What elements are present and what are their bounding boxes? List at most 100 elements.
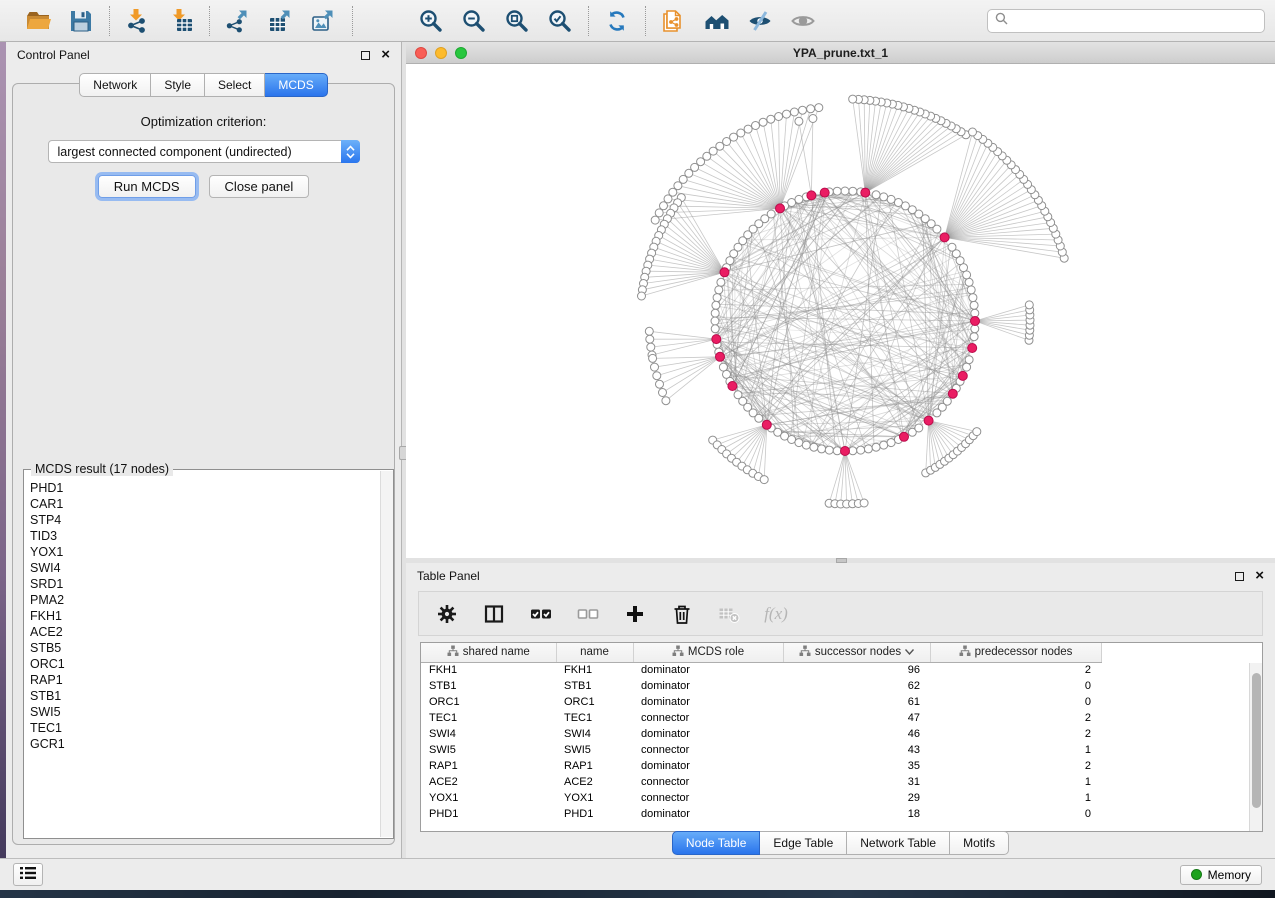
table-row[interactable]: SWI5SWI5connector431 <box>421 742 1101 758</box>
mcds-hub-node[interactable] <box>940 233 949 242</box>
table-row[interactable]: ACE2ACE2connector311 <box>421 774 1101 790</box>
mcds-hub-node[interactable] <box>861 188 870 197</box>
graph-node[interactable] <box>651 216 659 224</box>
add-column-button[interactable] <box>620 599 650 629</box>
graph-node[interactable] <box>872 443 880 451</box>
split-panel-button[interactable] <box>479 599 509 629</box>
graph-node[interactable] <box>971 309 979 317</box>
tab-network-table[interactable]: Network Table <box>847 831 950 855</box>
mcds-hub-node[interactable] <box>728 382 737 391</box>
graph-node[interactable] <box>969 128 977 136</box>
graph-node[interactable] <box>719 363 727 371</box>
mcds-hub-node[interactable] <box>716 352 725 361</box>
mcds-node-item[interactable]: YOX1 <box>30 544 393 560</box>
mcds-list-scrollbar[interactable] <box>380 471 393 837</box>
mcds-node-item[interactable]: PMA2 <box>30 592 393 608</box>
save-session-button[interactable] <box>67 7 95 35</box>
table-row[interactable]: RAP1RAP1dominator352 <box>421 758 1101 774</box>
refresh-button[interactable] <box>603 7 631 35</box>
graph-node[interactable] <box>802 441 810 449</box>
graph-node[interactable] <box>711 317 719 325</box>
tab-node-table[interactable]: Node Table <box>672 831 761 855</box>
graph-node[interactable] <box>849 95 857 103</box>
graph-node[interactable] <box>717 278 725 286</box>
tab-edge-table[interactable]: Edge Table <box>760 831 847 855</box>
graph-node[interactable] <box>795 439 803 447</box>
mcds-hub-node[interactable] <box>720 268 729 277</box>
tab-network[interactable]: Network <box>79 73 151 97</box>
graph-node[interactable] <box>818 445 826 453</box>
close-panel-icon[interactable]: × <box>381 50 390 60</box>
graph-node[interactable] <box>1025 301 1033 309</box>
graph-node[interactable] <box>645 327 653 335</box>
import-table-button[interactable] <box>167 7 195 35</box>
graph-node[interactable] <box>775 113 783 121</box>
mcds-hub-node[interactable] <box>762 420 771 429</box>
graph-node[interactable] <box>963 271 971 279</box>
graph-node[interactable] <box>849 447 857 455</box>
graph-node[interactable] <box>833 187 841 195</box>
graph-node[interactable] <box>807 105 815 113</box>
close-window-button[interactable] <box>415 47 427 59</box>
mcds-node-item[interactable]: ACE2 <box>30 624 393 640</box>
mcds-node-item[interactable]: TID3 <box>30 528 393 544</box>
mcds-node-item[interactable]: STP4 <box>30 512 393 528</box>
graph-node[interactable] <box>638 292 646 300</box>
float-panel-icon[interactable] <box>361 51 370 60</box>
graph-node[interactable] <box>894 199 902 207</box>
mcds-hub-node[interactable] <box>820 188 829 197</box>
table-scrollbar[interactable] <box>1249 663 1262 831</box>
graph-node[interactable] <box>963 363 971 371</box>
graph-node[interactable] <box>659 389 667 397</box>
graph-node[interactable] <box>790 108 798 116</box>
graph-node[interactable] <box>662 397 670 405</box>
mcds-hub-node[interactable] <box>776 204 785 213</box>
search-box[interactable] <box>987 9 1265 33</box>
export-table-button[interactable] <box>267 7 295 35</box>
graph-node[interactable] <box>783 110 791 118</box>
mcds-hub-node[interactable] <box>924 416 933 425</box>
column-header-shared-name[interactable]: shared name <box>421 643 556 662</box>
mcds-node-item[interactable]: TEC1 <box>30 720 393 736</box>
graph-node[interactable] <box>755 414 763 422</box>
show-eye-button[interactable] <box>789 7 817 35</box>
graph-node[interactable] <box>833 447 841 455</box>
graph-node[interactable] <box>815 104 823 112</box>
column-header-predecessor-nodes[interactable]: predecessor nodes <box>930 643 1101 662</box>
close-panel-button[interactable]: Close panel <box>209 175 310 198</box>
column-header-MCDS-role[interactable]: MCDS role <box>633 643 783 662</box>
table-row[interactable]: SWI4SWI4dominator462 <box>421 726 1101 742</box>
graph-node[interactable] <box>767 115 775 123</box>
mcds-node-item[interactable]: SRD1 <box>30 576 393 592</box>
graph-node[interactable] <box>841 187 849 195</box>
graph-node[interactable] <box>825 446 833 454</box>
graph-node[interactable] <box>712 301 720 309</box>
mcds-node-item[interactable]: PHD1 <box>30 480 393 496</box>
table-row[interactable]: STB1STB1dominator620 <box>421 678 1101 694</box>
float-panel-icon[interactable] <box>1235 572 1244 581</box>
mcds-hub-node[interactable] <box>807 191 816 200</box>
graph-node[interactable] <box>795 195 803 203</box>
table-row[interactable]: FKH1FKH1dominator962 <box>421 662 1101 678</box>
delete-column-button[interactable] <box>667 599 697 629</box>
graph-node[interactable] <box>715 286 723 294</box>
graph-node[interactable] <box>864 445 872 453</box>
mcds-node-item[interactable]: SWI4 <box>30 560 393 576</box>
graph-node[interactable] <box>649 354 657 362</box>
mcds-hub-node[interactable] <box>968 344 977 353</box>
mcds-node-item[interactable]: GCR1 <box>30 736 393 752</box>
mcds-hub-node[interactable] <box>971 317 980 326</box>
mcds-node-item[interactable]: RAP1 <box>30 672 393 688</box>
zoom-out-button[interactable] <box>460 7 488 35</box>
scrollbar-thumb[interactable] <box>1252 673 1261 808</box>
table-row[interactable]: ORC1ORC1dominator610 <box>421 694 1101 710</box>
tab-select[interactable]: Select <box>205 73 265 97</box>
minimize-window-button[interactable] <box>435 47 447 59</box>
mcds-hub-node[interactable] <box>948 389 957 398</box>
graph-node[interactable] <box>860 499 868 507</box>
zoom-in-button[interactable] <box>417 7 445 35</box>
hide-eye-button[interactable] <box>746 7 774 35</box>
mcds-node-item[interactable]: SWI5 <box>30 704 393 720</box>
graph-node[interactable] <box>647 343 655 351</box>
graph-node[interactable] <box>965 278 973 286</box>
